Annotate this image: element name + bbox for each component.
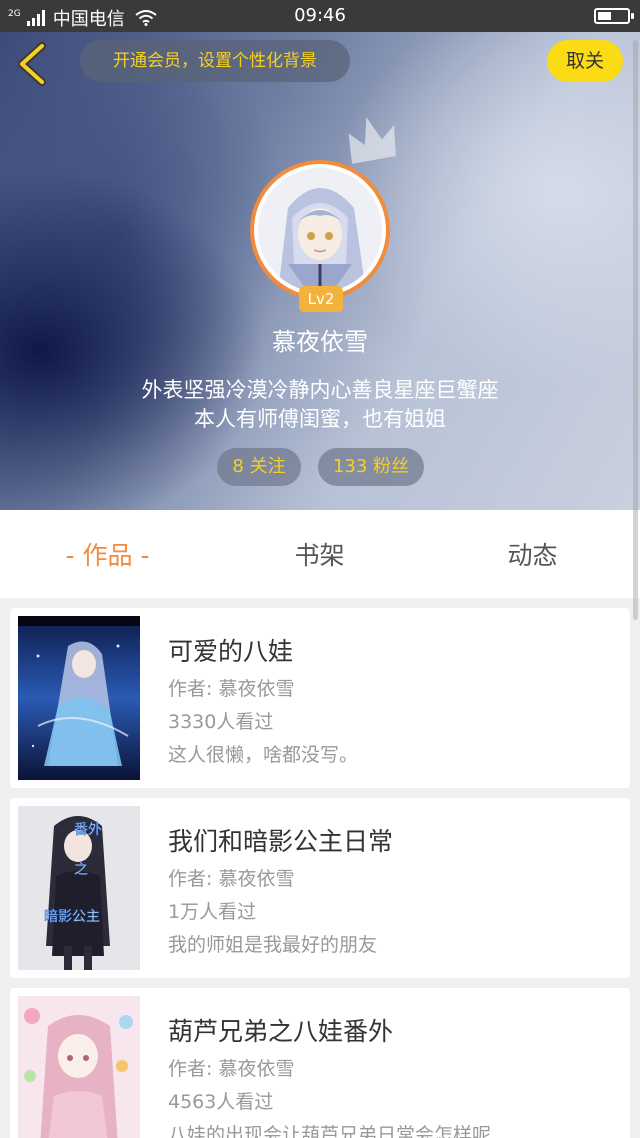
cover-text: 之 (74, 862, 88, 878)
tab-bookshelf[interactable]: 书架 (242, 510, 397, 598)
username: 慕夜依雪 (272, 328, 368, 356)
work-description: 八娃的出现会让葫芦兄弟日常会怎样呢 (168, 1124, 492, 1138)
tab-works[interactable]: - 作品 - (30, 510, 185, 598)
work-author: 作者: 慕夜依雪 (168, 1058, 295, 1080)
work-author: 作者: 慕夜依雪 (168, 868, 295, 890)
work-card[interactable]: 可爱的八娃 作者: 慕夜依雪 3330人看过 这人很懒，啥都没写。 (10, 608, 630, 788)
work-description: 我的师姐是我最好的朋友 (168, 934, 378, 956)
battery-level (598, 12, 611, 20)
work-cover (18, 996, 140, 1138)
work-title[interactable]: 可爱的八娃 (168, 632, 293, 668)
following-count[interactable]: 8 关注 (217, 448, 301, 486)
work-card[interactable]: 番外 之 暗影公主 我们和暗影公主日常 作者: 慕夜依雪 1万人看过 我的师姐是… (10, 798, 630, 978)
tab-activity[interactable]: 动态 (455, 510, 610, 598)
scrollbar[interactable] (633, 40, 638, 620)
work-cover: 番外 之 暗影公主 (18, 806, 140, 970)
bio-line: 外表坚强冷漠冷静内心善良星座巨蟹座 (141, 378, 499, 402)
status-bar: 2G 中国电信 09:46 (0, 0, 640, 32)
avatar-image (258, 168, 382, 292)
work-title[interactable]: 葫芦兄弟之八娃番外 (168, 1012, 393, 1048)
fans-count[interactable]: 133 粉丝 (318, 448, 424, 486)
work-views: 1万人看过 (168, 901, 257, 923)
battery-icon (594, 8, 634, 24)
work-views: 4563人看过 (168, 1091, 274, 1113)
avatar[interactable] (250, 160, 390, 300)
profile-tabs: - 作品 - 书架 动态 (0, 510, 640, 598)
work-author: 作者: 慕夜依雪 (168, 678, 295, 700)
vip-banner[interactable]: 开通会员，设置个性化背景 (80, 40, 350, 82)
work-description: 这人很懒，啥都没写。 (168, 744, 359, 766)
work-card[interactable]: 葫芦兄弟之八娃番外 作者: 慕夜依雪 4563人看过 八娃的出现会让葫芦兄弟日常… (10, 988, 630, 1138)
back-icon[interactable] (14, 42, 54, 86)
clock: 09:46 (294, 5, 346, 26)
cover-text: 番外 (74, 822, 102, 838)
bio: 外表坚强冷漠冷静内心善良星座巨蟹座 本人有师傅闺蜜，也有姐姐 (0, 376, 640, 434)
work-views: 3330人看过 (168, 711, 274, 733)
work-cover (18, 616, 140, 780)
unfollow-button[interactable]: 取关 (547, 40, 623, 82)
level-badge: Lv2 (299, 286, 343, 312)
cover-text: 暗影公主 (44, 909, 100, 925)
profile-header: 开通会员，设置个性化背景 取关 Lv2 慕夜依雪 外表坚强冷漠冷静内心善良星座巨… (0, 32, 640, 510)
bio-line: 本人有师傅闺蜜，也有姐姐 (194, 407, 446, 431)
work-title[interactable]: 我们和暗影公主日常 (168, 822, 393, 858)
